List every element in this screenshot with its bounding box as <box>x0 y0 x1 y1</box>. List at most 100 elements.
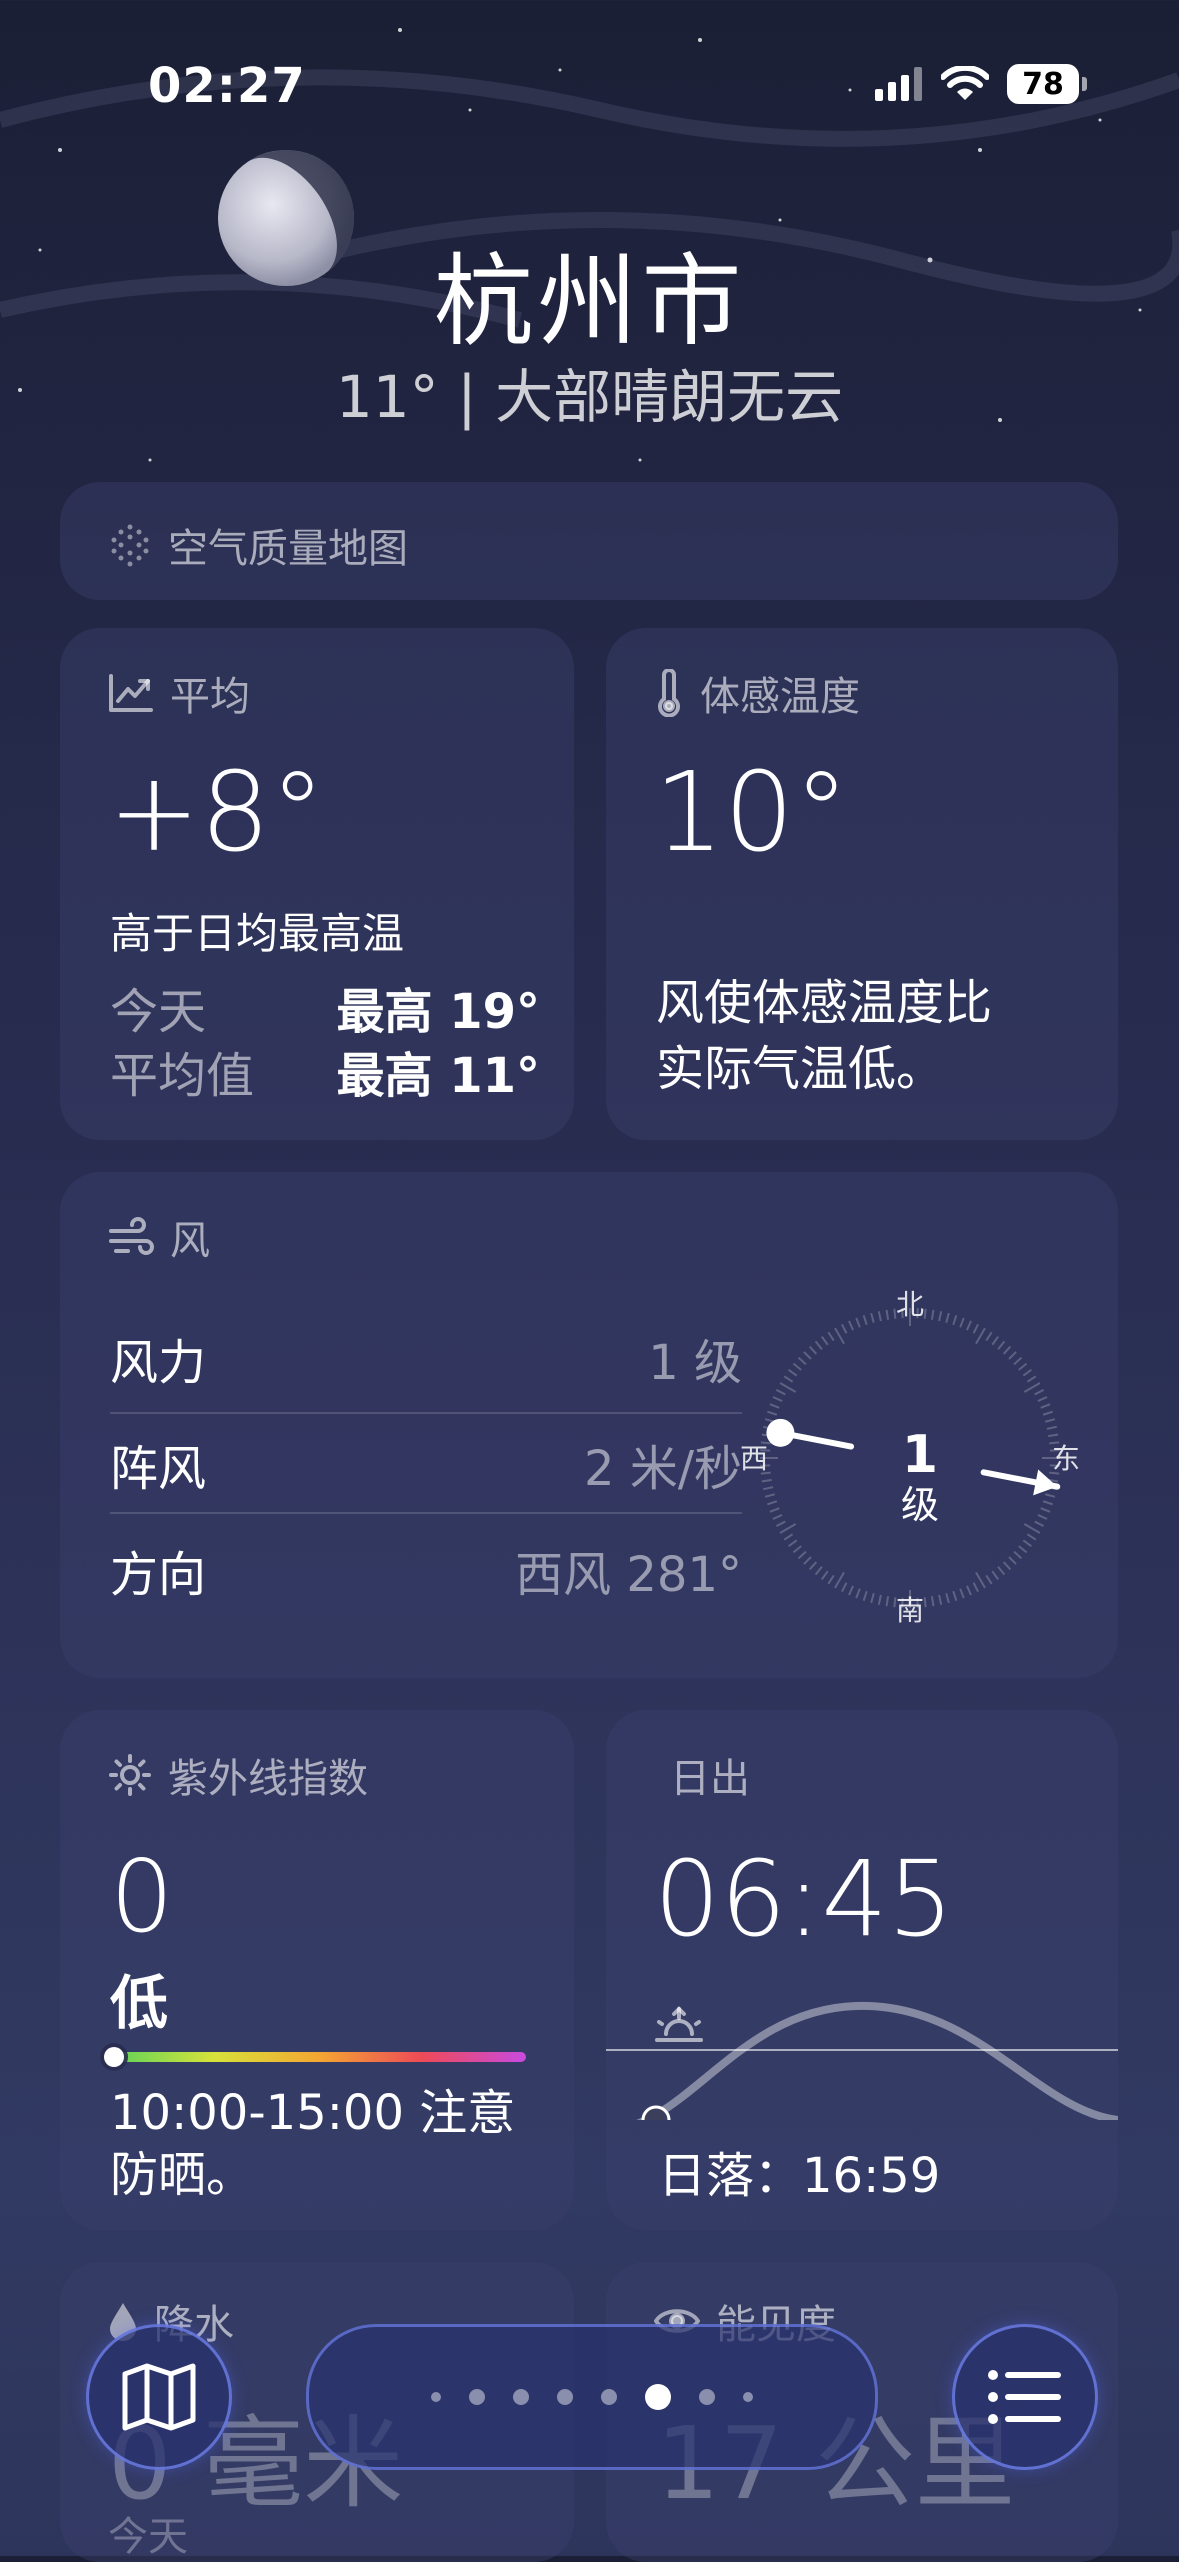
precip-sub: 今天 <box>108 2514 188 2560</box>
list-icon <box>987 2367 1063 2427</box>
wind-title: 风 <box>170 1218 210 1264</box>
compass-tick <box>855 1317 861 1328</box>
battery-indicator: 78 <box>1007 64 1087 104</box>
compass-tick <box>821 1570 829 1580</box>
cellular-signal-icon <box>875 67 923 101</box>
compass-tick <box>808 1345 818 1355</box>
compass-tick <box>923 1597 927 1608</box>
compass-tick <box>930 1596 935 1607</box>
uv-tip-line2: 防晒。 <box>110 2147 255 2203</box>
compass-tick <box>975 1327 986 1345</box>
compass-tick <box>877 1311 882 1322</box>
avg-label: 平均值 <box>110 1048 255 1104</box>
compass-tick <box>764 1493 776 1498</box>
compass-tick <box>877 1594 882 1605</box>
compass-tick <box>1037 1396 1048 1402</box>
compass-tick <box>803 1351 812 1360</box>
compass-south: 南 <box>896 1594 924 1627</box>
compass-tick <box>775 1520 786 1527</box>
compass-tick <box>848 1585 854 1596</box>
compass-tick <box>1042 1500 1053 1506</box>
uv-value: 0 <box>110 1838 174 1955</box>
arrow-tail-dot <box>766 1418 795 1447</box>
divider <box>110 1512 742 1514</box>
compass-tick <box>862 1590 868 1601</box>
compass-north: 北 <box>896 1288 924 1321</box>
compass-tick <box>814 1340 823 1350</box>
compass-tick <box>952 1590 958 1601</box>
compass-tick <box>783 1533 794 1541</box>
compass-center-value: 1 <box>902 1425 938 1485</box>
feels-like-note-line1: 风使体感温度比 <box>656 975 993 1031</box>
feels-like-note-line2: 实际气温低。 <box>656 1041 945 1097</box>
compass-tick <box>885 1309 890 1320</box>
gust-row: 阵风 2 米/秒 <box>110 1412 742 1516</box>
compass-tick <box>1044 1493 1056 1498</box>
compass-tick <box>767 1410 778 1416</box>
wind-compass: 北 南 东 西 1 级 <box>740 1288 1080 1627</box>
compass-tick <box>1013 1550 1023 1560</box>
current-temp: 11° <box>335 363 439 431</box>
wind-force-value: 1 级 <box>648 1335 742 1391</box>
compass-tick <box>972 1323 979 1334</box>
direction-row: 方向 西风 281° <box>110 1518 742 1622</box>
average-temp-card[interactable]: 平均 +8° 高于日均最高温 今天 最高 19° 平均值 最高 11° <box>60 628 574 1140</box>
page-dot[interactable] <box>557 2389 573 2405</box>
page-dot[interactable] <box>469 2389 485 2405</box>
compass-tick <box>945 1592 950 1604</box>
map-button[interactable] <box>86 2324 232 2470</box>
separator: | <box>457 363 496 431</box>
compass-tick <box>959 1588 965 1599</box>
compass-tick <box>870 1312 875 1324</box>
uv-gradient-bar <box>110 2052 526 2062</box>
compass-tick <box>1040 1403 1051 1409</box>
compass-tick <box>1034 1520 1045 1527</box>
feels-like-value: 10° <box>654 748 849 876</box>
compass-tick <box>775 1389 786 1396</box>
today-label: 今天 <box>110 984 207 1040</box>
today-row: 今天 最高 19° <box>110 972 540 1042</box>
feels-like-title: 体感温度 <box>700 674 860 720</box>
feels-like-card[interactable]: 体感温度 10° 风使体感温度比 实际气温低。 <box>606 628 1118 1140</box>
compass-tick <box>808 1561 818 1571</box>
uv-level-marker <box>104 2047 124 2067</box>
air-quality-label: 空气质量地图 <box>168 526 408 572</box>
compass-tick <box>1002 1345 1012 1355</box>
compass-tick <box>923 1308 927 1319</box>
compass-tick <box>792 1362 802 1371</box>
sun-position-marker <box>641 2105 671 2120</box>
compass-tick <box>1044 1418 1056 1423</box>
compass-tick <box>985 1331 993 1342</box>
compass-tick <box>1040 1507 1051 1513</box>
page-dot[interactable] <box>431 2392 441 2402</box>
uv-title: 紫外线指数 <box>168 1756 368 1802</box>
city-list-button[interactable] <box>952 2324 1098 2470</box>
compass-tick <box>769 1507 780 1513</box>
compass-tick <box>1008 1351 1017 1360</box>
page-dot[interactable] <box>743 2392 753 2402</box>
page-dot[interactable] <box>601 2389 617 2405</box>
compass-tick <box>767 1500 778 1506</box>
compass-tick <box>772 1396 783 1402</box>
sunrise-card[interactable]: 日出 06:45 日落：16:59 <box>606 1710 1118 2230</box>
page-indicator[interactable] <box>306 2324 878 2470</box>
wind-card[interactable]: 风 风力 1 级 阵风 2 米/秒 方向 西风 281° 北 南 东 西 1 级 <box>60 1172 1118 1678</box>
air-quality-map-card[interactable]: 空气质量地图 <box>60 482 1118 600</box>
page-dot[interactable] <box>699 2389 715 2405</box>
compass-tick <box>761 1478 772 1483</box>
uv-index-card[interactable]: 紫外线指数 0 低 10:00-15:00 注意 防晒。 <box>60 1710 574 2230</box>
page-dot[interactable] <box>513 2389 529 2405</box>
compass-tick <box>938 1311 943 1322</box>
wifi-icon <box>941 66 989 102</box>
page-dot-active[interactable] <box>645 2384 671 2410</box>
compass-tick <box>779 1382 797 1393</box>
compass-tick <box>814 1566 823 1576</box>
compass-tick <box>763 1486 774 1491</box>
compass-tick <box>834 1327 845 1345</box>
thermometer-icon <box>654 669 684 717</box>
feels-like-note: 风使体感温度比 实际气温低。 <box>656 970 1076 1102</box>
gust-label: 阵风 <box>110 1441 207 1497</box>
compass-tick <box>827 1574 835 1585</box>
compass-tick <box>821 1336 829 1346</box>
compass-tick <box>1026 1375 1037 1383</box>
